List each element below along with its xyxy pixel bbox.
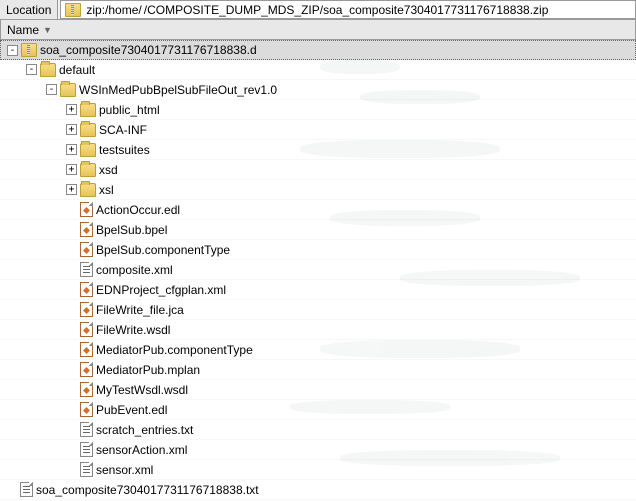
sort-indicator-icon: ▼ — [43, 25, 52, 35]
tree-row-file[interactable]: soa_composite7304017731176718838.txt — [0, 480, 636, 500]
node-label: ActionOccur.edl — [96, 203, 180, 217]
tree-row-file[interactable]: FileWrite_file.jca — [0, 300, 636, 320]
folder-icon — [60, 83, 76, 97]
tree-row-file[interactable]: sensor.xml — [0, 460, 636, 480]
file-icon — [80, 382, 93, 397]
node-label: MediatorPub.mplan — [96, 363, 200, 377]
tree-row-folder[interactable]: - default — [0, 60, 636, 80]
expander-icon[interactable]: + — [66, 104, 77, 115]
tree-row-folder[interactable]: + xsl — [0, 180, 636, 200]
node-label: BpelSub.bpel — [96, 223, 167, 237]
expander-icon[interactable]: - — [46, 84, 57, 95]
tree-row-folder[interactable]: - WSInMedPubBpelSubFileOut_rev1.0 — [0, 80, 636, 100]
tree-row-file[interactable]: PubEvent.edl — [0, 400, 636, 420]
expander-icon[interactable]: + — [66, 144, 77, 155]
node-label: soa_composite7304017731176718838.txt — [36, 483, 259, 497]
file-icon — [80, 202, 93, 217]
tree-row-file[interactable]: MyTestWsdl.wsdl — [0, 380, 636, 400]
column-header-name[interactable]: Name ▼ — [0, 20, 636, 40]
file-icon — [20, 482, 33, 497]
node-label: MyTestWsdl.wsdl — [96, 383, 188, 397]
tree-row-file[interactable]: BpelSub.componentType — [0, 240, 636, 260]
folder-icon — [80, 163, 96, 177]
file-icon — [80, 242, 93, 257]
node-label: MediatorPub.componentType — [96, 343, 253, 357]
folder-icon — [80, 123, 96, 137]
tree-row-file[interactable]: composite.xml — [0, 260, 636, 280]
column-label: Name — [7, 23, 39, 37]
folder-icon — [80, 143, 96, 157]
tree-row-folder[interactable]: + SCA-INF — [0, 120, 636, 140]
zip-icon — [21, 43, 37, 57]
tree-row-file[interactable]: MediatorPub.mplan — [0, 360, 636, 380]
location-input[interactable]: zip:/home/ /COMPOSITE_DUMP_MDS_ZIP/soa_c… — [60, 0, 636, 19]
node-label: testsuites — [99, 143, 150, 157]
node-label: scratch_entries.txt — [96, 423, 193, 437]
tree-row-folder[interactable]: + xsd — [0, 160, 636, 180]
node-label: WSInMedPubBpelSubFileOut_rev1.0 — [79, 83, 277, 97]
zip-icon — [65, 3, 81, 17]
file-icon — [80, 402, 93, 417]
node-label: EDNProject_cfgplan.xml — [96, 283, 226, 297]
location-path-text: /COMPOSITE_DUMP_MDS_ZIP/soa_composite730… — [144, 3, 549, 17]
tree-row-root[interactable]: - soa_composite7304017731176718838.d — [0, 40, 636, 60]
file-icon — [80, 462, 93, 477]
node-label: SCA-INF — [99, 123, 147, 137]
location-prefix: zip:/home/ — [86, 3, 141, 17]
node-label: xsl — [99, 183, 114, 197]
file-icon — [80, 422, 93, 437]
tree-row-file[interactable]: EDNProject_cfgplan.xml — [0, 280, 636, 300]
tree-row-file[interactable]: BpelSub.bpel — [0, 220, 636, 240]
expander-icon[interactable]: + — [66, 164, 77, 175]
node-label: sensor.xml — [96, 463, 153, 477]
node-label: default — [59, 63, 95, 77]
folder-icon — [40, 63, 56, 77]
folder-icon — [80, 183, 96, 197]
tree-row-file[interactable]: FileWrite.wsdl — [0, 320, 636, 340]
node-label: composite.xml — [96, 263, 173, 277]
expander-icon[interactable]: - — [7, 45, 18, 56]
node-label: xsd — [99, 163, 118, 177]
expander-icon[interactable]: + — [66, 124, 77, 135]
expander-icon[interactable]: + — [66, 184, 77, 195]
file-icon — [80, 282, 93, 297]
folder-icon — [80, 103, 96, 117]
tree-row-folder[interactable]: + testsuites — [0, 140, 636, 160]
node-label: public_html — [99, 103, 160, 117]
location-label: Location — [0, 0, 58, 19]
tree-row-file[interactable]: sensorAction.xml — [0, 440, 636, 460]
file-icon — [80, 322, 93, 337]
node-label: sensorAction.xml — [96, 443, 187, 457]
node-label: FileWrite.wsdl — [96, 323, 170, 337]
file-icon — [80, 342, 93, 357]
tree-row-folder[interactable]: + public_html — [0, 100, 636, 120]
node-label: BpelSub.componentType — [96, 243, 230, 257]
node-label: FileWrite_file.jca — [96, 303, 184, 317]
file-icon — [80, 302, 93, 317]
expander-icon[interactable]: - — [26, 64, 37, 75]
file-tree[interactable]: - soa_composite7304017731176718838.d - d… — [0, 40, 636, 501]
file-icon — [80, 262, 93, 277]
node-label: soa_composite7304017731176718838.d — [40, 43, 257, 57]
file-icon — [80, 442, 93, 457]
node-label: PubEvent.edl — [96, 403, 167, 417]
file-icon — [80, 362, 93, 377]
tree-row-file[interactable]: MediatorPub.componentType — [0, 340, 636, 360]
file-icon — [80, 222, 93, 237]
tree-row-file[interactable]: scratch_entries.txt — [0, 420, 636, 440]
tree-row-file[interactable]: ActionOccur.edl — [0, 200, 636, 220]
